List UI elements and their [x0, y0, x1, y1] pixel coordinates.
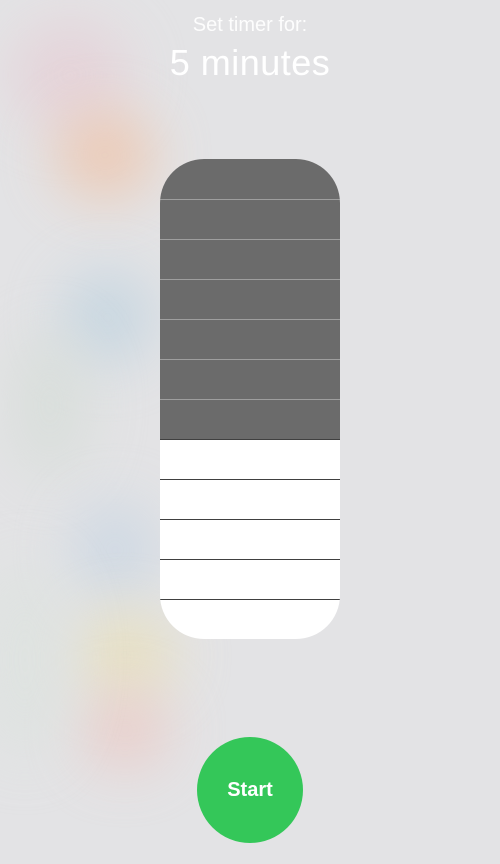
- blurred-app-icon: [80, 690, 170, 770]
- start-button[interactable]: Start: [197, 737, 303, 843]
- blurred-app-icon: [0, 560, 70, 760]
- slider-filled-portion: [160, 159, 340, 439]
- slider-segment-divider: [160, 559, 340, 560]
- blurred-app-icon: [70, 500, 160, 600]
- slider-segment-divider: [160, 279, 340, 280]
- slider-segment-divider: [160, 479, 340, 480]
- slider-segment-divider: [160, 519, 340, 520]
- timer-duration-slider[interactable]: [160, 159, 340, 639]
- slider-segment-divider: [160, 359, 340, 360]
- timer-header: Set timer for: 5 minutes: [0, 10, 500, 86]
- timer-duration-title: 5 minutes: [169, 42, 331, 83]
- slider-segment-divider: [160, 439, 340, 440]
- timer-subtitle: Set timer for:: [192, 14, 308, 36]
- slider-segment-divider: [160, 599, 340, 600]
- slider-segment-divider: [160, 239, 340, 240]
- blurred-app-icon: [10, 330, 90, 480]
- blurred-app-icon: [55, 110, 155, 200]
- slider-segment-divider: [160, 199, 340, 200]
- blurred-app-icon: [75, 610, 175, 700]
- slider-segment-divider: [160, 399, 340, 400]
- slider-segment-divider: [160, 319, 340, 320]
